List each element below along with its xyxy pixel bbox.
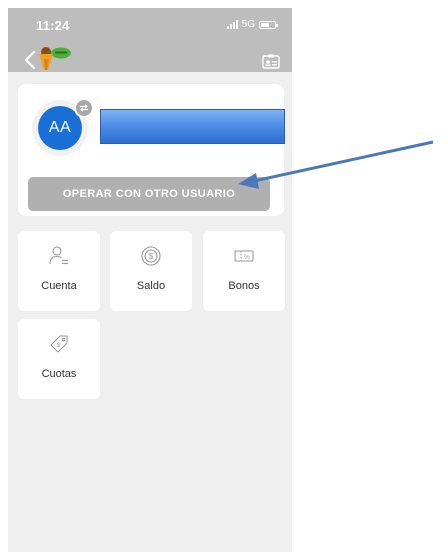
user-list-icon xyxy=(49,246,68,265)
menu-tile-label: Cuotas xyxy=(41,368,77,380)
id-card-icon[interactable] xyxy=(262,54,280,69)
voucher-icon: % xyxy=(234,250,254,262)
svg-text:$: $ xyxy=(57,343,61,349)
signal-icon xyxy=(226,20,238,29)
app-header: 11:24 5G xyxy=(8,8,292,72)
app-logo xyxy=(39,47,71,70)
menu-tile-label: Saldo xyxy=(136,280,166,292)
swap-icon[interactable] xyxy=(74,98,94,118)
menu-tile-bonos[interactable]: % Bonos xyxy=(203,231,285,311)
menu-tile-cuotas[interactable]: $ Cuotas xyxy=(18,319,100,399)
menu-tile-cuenta[interactable]: Cuenta xyxy=(18,231,100,311)
menu-tile-label: Cuenta xyxy=(41,280,77,292)
status-indicators: 5G xyxy=(226,19,278,30)
phone-screen: 11:24 5G AA OPERAR CON OTRO USUARIO Cuen… xyxy=(8,8,292,552)
tag-icon: $ xyxy=(50,335,68,353)
battery-icon xyxy=(259,20,278,29)
operate-other-user-button[interactable]: OPERAR CON OTRO USUARIO xyxy=(28,177,270,211)
redacted-user-name xyxy=(100,109,285,144)
svg-text:$: $ xyxy=(149,252,154,261)
network-type: 5G xyxy=(241,19,255,30)
coin-icon: $ xyxy=(141,246,161,266)
status-time: 11:24 xyxy=(36,18,70,33)
menu-tile-label: Bonos xyxy=(228,280,260,292)
user-card: AA OPERAR CON OTRO USUARIO xyxy=(18,84,285,216)
menu-tile-saldo[interactable]: $ Saldo xyxy=(110,231,192,311)
svg-text:%: % xyxy=(244,254,250,261)
